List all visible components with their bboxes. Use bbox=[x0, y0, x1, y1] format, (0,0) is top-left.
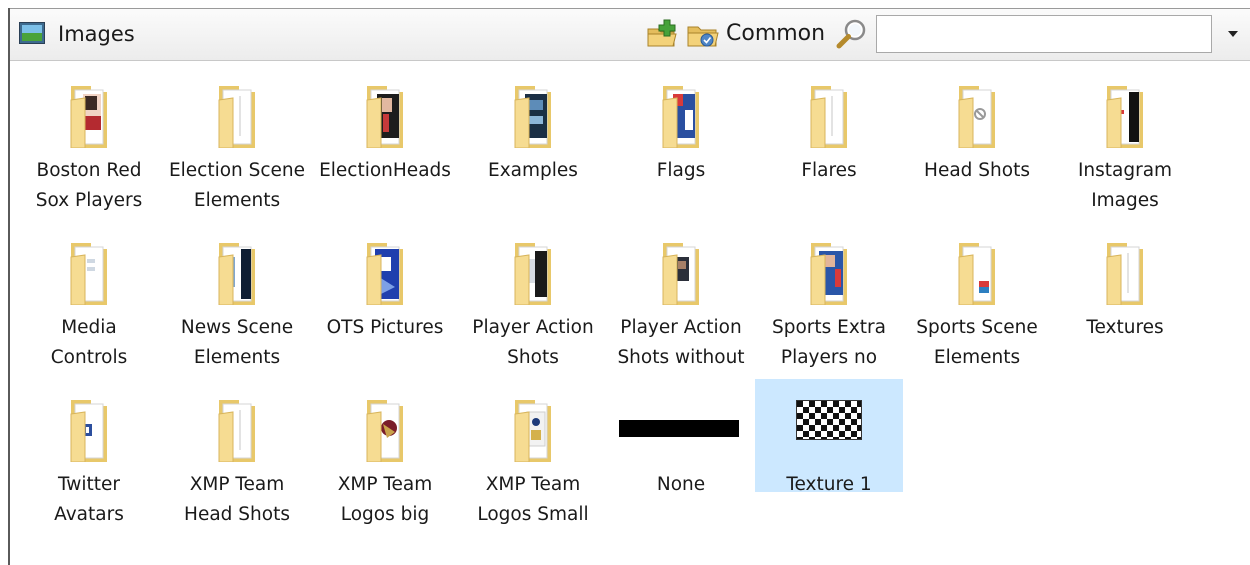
image-browser-grid: Boston Red Sox Players Election Scene El… bbox=[10, 61, 1250, 565]
item-label: ElectionHeads bbox=[319, 160, 451, 181]
folder-icon bbox=[459, 243, 607, 305]
add-folder-icon[interactable] bbox=[646, 19, 680, 49]
folder-icon bbox=[1051, 243, 1199, 305]
item-label: Sports Extra Players no bbox=[771, 317, 887, 368]
folder-icon bbox=[607, 243, 755, 305]
folder-icon bbox=[903, 86, 1051, 148]
folder-icon bbox=[15, 243, 163, 305]
folder-icon bbox=[311, 243, 459, 305]
chevron-down-icon[interactable] bbox=[1216, 17, 1250, 51]
folder-twitter-avatars[interactable]: Twitter Avatars bbox=[15, 386, 163, 525]
item-label: Twitter Avatars bbox=[54, 474, 124, 525]
folder-textures[interactable]: Textures bbox=[1051, 229, 1199, 342]
none-swatch-icon bbox=[619, 420, 739, 437]
item-label: Textures bbox=[1086, 317, 1164, 338]
panel-header: Images Common bbox=[10, 9, 1250, 61]
item-label: Instagram Images bbox=[1077, 160, 1173, 211]
item-label: Media Controls bbox=[50, 317, 128, 368]
item-label: Flares bbox=[801, 160, 857, 181]
folder-icon bbox=[163, 400, 311, 462]
item-label: Examples bbox=[488, 160, 578, 181]
folder-icon bbox=[459, 400, 607, 462]
folder-icon bbox=[755, 243, 903, 305]
folder-sports-scene-elements[interactable]: Sports Scene Elements bbox=[903, 229, 1051, 368]
folder-flags[interactable]: Flags bbox=[607, 72, 755, 185]
folder-ots-pictures[interactable]: OTS Pictures bbox=[311, 229, 459, 342]
folder-media-controls[interactable]: Media Controls bbox=[15, 229, 163, 368]
item-label: Sports Scene Elements bbox=[916, 317, 1038, 368]
folder-icon bbox=[163, 243, 311, 305]
item-label: Texture 1 bbox=[786, 474, 872, 495]
folder-news-scene-elements[interactable]: News Scene Elements bbox=[163, 229, 311, 368]
folder-icon bbox=[15, 86, 163, 148]
folder-instagram-images[interactable]: Instagram Images bbox=[1051, 72, 1199, 211]
folder-xmp-team-logos-small[interactable]: XMP Team Logos Small bbox=[459, 386, 607, 525]
image-texture-1[interactable]: Texture 1 bbox=[755, 379, 903, 495]
common-label[interactable]: Common bbox=[726, 20, 825, 48]
item-label: OTS Pictures bbox=[326, 317, 444, 338]
folder-player-action-shots[interactable]: Player Action Shots bbox=[459, 229, 607, 368]
folder-election-scene-elements[interactable]: Election Scene Elements bbox=[163, 72, 311, 211]
item-label: Election Scene Elements bbox=[168, 160, 306, 211]
folder-electionheads[interactable]: ElectionHeads bbox=[311, 72, 459, 185]
folder-icon bbox=[459, 86, 607, 148]
folder-xmp-team-head-shots[interactable]: XMP Team Head Shots bbox=[163, 386, 311, 525]
image-panel-icon bbox=[19, 22, 45, 44]
folder-sports-extra-players-no[interactable]: Sports Extra Players no bbox=[755, 229, 903, 368]
folder-icon bbox=[903, 243, 1051, 305]
item-label: XMP Team Logos Small bbox=[477, 474, 589, 525]
image-none[interactable]: None bbox=[607, 386, 755, 499]
folder-boston-red-sox-players[interactable]: Boston Red Sox Players bbox=[15, 72, 163, 211]
search-icon[interactable] bbox=[835, 17, 869, 51]
folder-icon bbox=[1051, 86, 1199, 148]
folder-examples[interactable]: Examples bbox=[459, 72, 607, 185]
item-label: News Scene Elements bbox=[180, 317, 294, 368]
search-input[interactable] bbox=[876, 15, 1212, 53]
item-label: XMP Team Logos big bbox=[337, 474, 433, 525]
folder-icon bbox=[311, 400, 459, 462]
folder-icon bbox=[607, 86, 755, 148]
item-label: XMP Team Head Shots bbox=[184, 474, 290, 525]
folder-player-action-shots-without[interactable]: Player Action Shots without bbox=[607, 229, 755, 368]
item-label: Boston Red Sox Players bbox=[35, 160, 143, 211]
item-label: Player Action Shots bbox=[472, 317, 594, 368]
folder-icon bbox=[755, 86, 903, 148]
item-label: None bbox=[656, 474, 706, 495]
folder-icon bbox=[311, 86, 459, 148]
folder-flares[interactable]: Flares bbox=[755, 72, 903, 185]
folder-xmp-team-logos-big[interactable]: XMP Team Logos big bbox=[311, 386, 459, 525]
item-label: Head Shots bbox=[924, 160, 1030, 181]
folder-head-shots[interactable]: Head Shots bbox=[903, 72, 1051, 185]
folder-icon bbox=[163, 86, 311, 148]
folder-icon bbox=[15, 400, 163, 462]
checkerboard-texture-icon bbox=[796, 400, 862, 440]
item-label: Flags bbox=[656, 160, 706, 181]
common-folder-icon[interactable] bbox=[686, 19, 720, 49]
panel-title: Images bbox=[58, 22, 135, 46]
item-label: Player Action Shots without bbox=[617, 317, 745, 368]
